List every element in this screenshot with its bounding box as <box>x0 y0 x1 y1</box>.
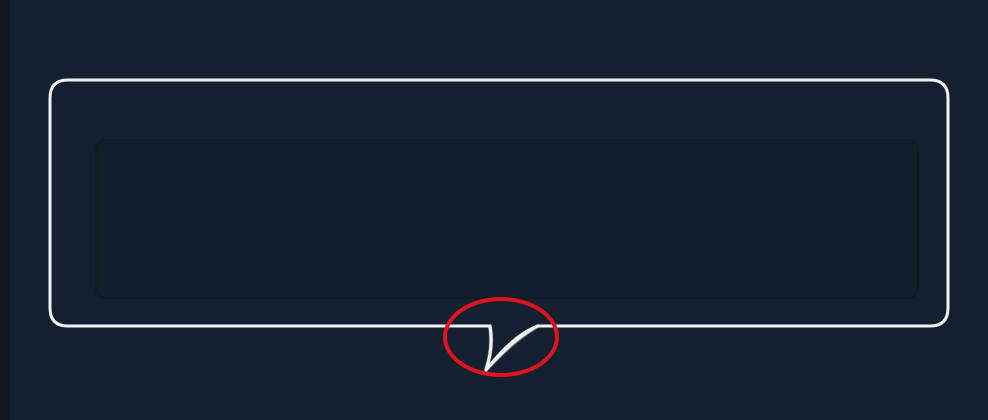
speech-bubble-inner-area <box>95 139 919 299</box>
annotation-circle <box>443 297 559 377</box>
